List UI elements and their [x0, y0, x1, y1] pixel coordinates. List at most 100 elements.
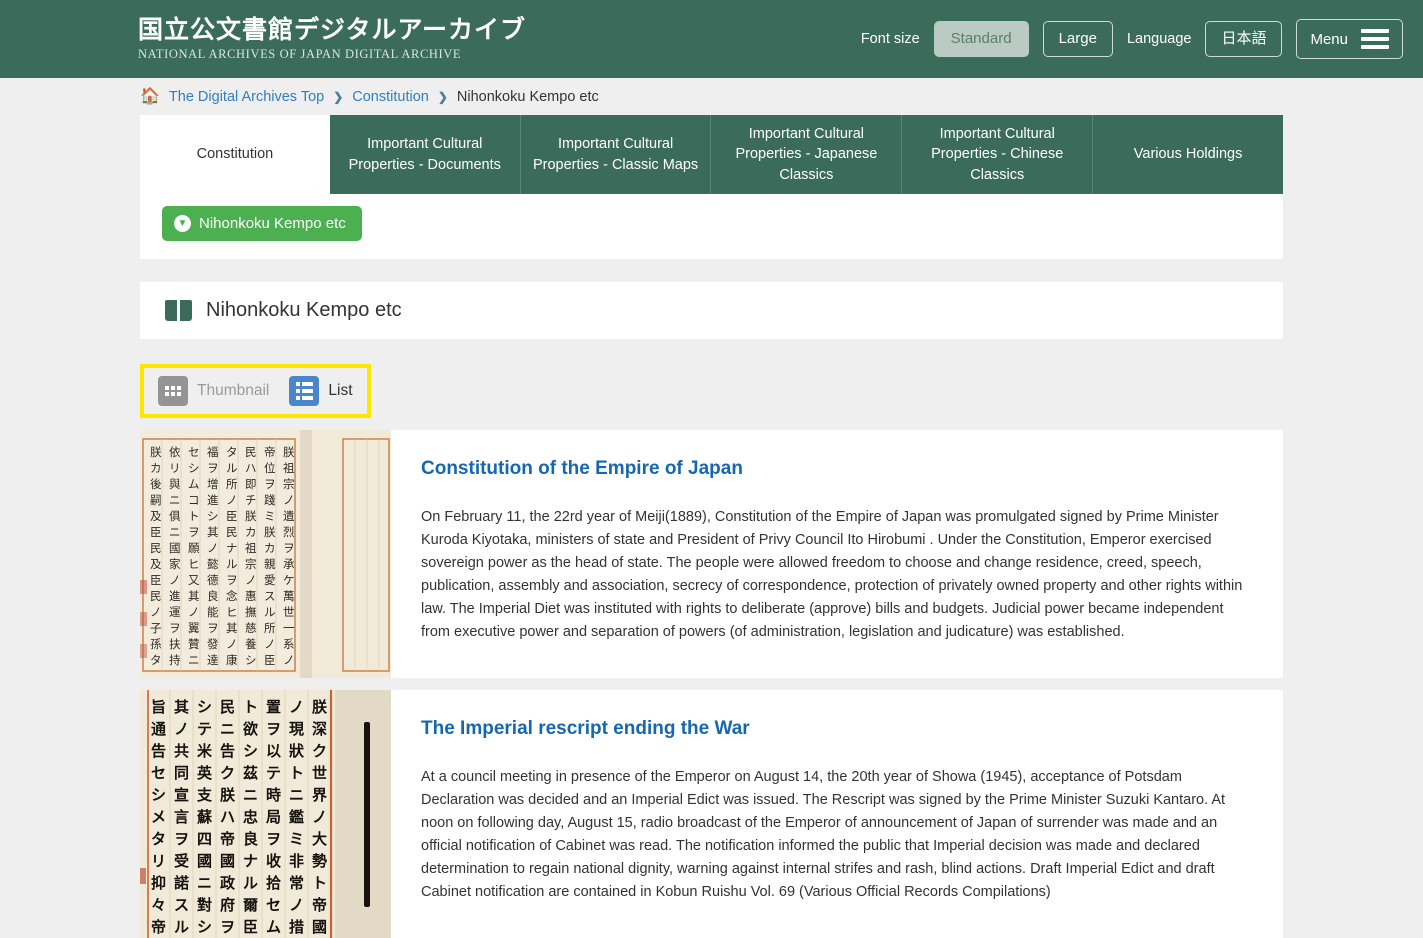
font-size-large-button[interactable]: Large — [1042, 20, 1113, 58]
tab-icp-documents[interactable]: Important Cultural Properties - Document… — [329, 115, 520, 194]
page-title: Nihonkoku Kempo etc — [206, 299, 402, 321]
svg-text:康: 康 — [226, 653, 238, 667]
svg-text:告: 告 — [151, 742, 166, 760]
subcategory-bar: ▼ Nihonkoku Kempo etc — [140, 194, 1283, 259]
svg-text:遺: 遺 — [283, 509, 295, 523]
svg-text:ナ: ナ — [243, 852, 258, 870]
item-thumbnail-imperial-rescript[interactable]: 朕深ク世 界ノ大勢 ト帝國 ノ現狀ト ニ鑑ミ非 常ノ措 置ヲ以テ 時局ヲ收 拾セ… — [140, 690, 391, 938]
language-japanese-button[interactable]: 日本語 — [1205, 20, 1283, 58]
svg-text:翼: 翼 — [188, 621, 200, 635]
svg-text:現: 現 — [289, 720, 304, 738]
svg-text:界: 界 — [312, 786, 327, 804]
svg-text:深: 深 — [312, 720, 327, 738]
svg-text:達: 達 — [207, 653, 219, 667]
item-thumbnail-constitution[interactable]: 朕祖宗ノ 遺烈ヲ承 ケ萬世一 系ノ 帝位ヲ踐 ミ朕カ親 愛スル所 ノ臣 民ハ即チ… — [140, 430, 391, 678]
svg-text:臣: 臣 — [243, 918, 258, 936]
grid-icon — [158, 376, 188, 406]
svg-text:孫: 孫 — [150, 637, 162, 651]
svg-text:セ: セ — [188, 445, 200, 459]
svg-text:ノ: ノ — [169, 573, 181, 587]
chevron-right-icon: ❯ — [333, 90, 344, 104]
item-title[interactable]: Constitution of the Empire of Japan — [421, 458, 1247, 480]
svg-text:ミ: ミ — [264, 509, 276, 523]
svg-text:セ: セ — [266, 896, 281, 914]
svg-text:扶: 扶 — [169, 637, 181, 651]
view-toggle-list[interactable]: List — [289, 376, 353, 406]
svg-text:民: 民 — [150, 589, 162, 603]
view-toggle-thumbnail-label: Thumbnail — [197, 382, 270, 399]
svg-text:ノ: ノ — [289, 896, 304, 914]
svg-text:增: 增 — [207, 477, 219, 491]
svg-text:テ: テ — [266, 764, 281, 782]
svg-text:ノ: ノ — [174, 720, 189, 738]
font-size-standard-button[interactable]: Standard — [933, 20, 1029, 58]
svg-text:烈: 烈 — [283, 525, 295, 539]
svg-text:々: 々 — [151, 896, 166, 914]
menu-button[interactable]: Menu — [1296, 19, 1403, 59]
tab-icp-classic-maps[interactable]: Important Cultural Properties - Classic … — [519, 115, 711, 194]
svg-text:ヲ: ヲ — [226, 573, 238, 587]
svg-text:置: 置 — [266, 698, 281, 716]
svg-text:ヒ: ヒ — [188, 557, 200, 571]
view-toggle-thumbnail[interactable]: Thumbnail — [158, 376, 269, 406]
item-description: At a council meeting in presence of the … — [421, 769, 1226, 900]
svg-text:ヲ: ヲ — [188, 525, 200, 539]
subcategory-pill-nihonkoku-kempo[interactable]: ▼ Nihonkoku Kempo etc — [162, 206, 362, 241]
svg-text:國: 國 — [312, 918, 327, 936]
svg-text:シ: シ — [151, 786, 166, 804]
svg-text:民: 民 — [150, 541, 162, 555]
svg-text:ノ: ノ — [283, 653, 295, 667]
svg-text:時: 時 — [266, 786, 281, 804]
breadcrumb-link-constitution[interactable]: Constitution — [352, 89, 429, 105]
svg-text:贊: 贊 — [188, 637, 200, 651]
site-logo[interactable]: 国立公文書館デジタルアーカイブ NATIONAL ARCHIVES OF JAP… — [138, 15, 526, 62]
svg-text:共: 共 — [174, 742, 189, 760]
svg-text:ニ: ニ — [169, 493, 181, 507]
svg-text:愛: 愛 — [264, 573, 276, 587]
svg-text:受: 受 — [174, 852, 189, 870]
svg-text:踐: 踐 — [264, 493, 276, 507]
svg-text:其: 其 — [207, 525, 219, 539]
svg-text:朕: 朕 — [283, 445, 295, 459]
breadcrumb-link-top[interactable]: The Digital Archives Top — [169, 89, 324, 105]
svg-text:國: 國 — [220, 852, 235, 870]
subcategory-pill-label: Nihonkoku Kempo etc — [199, 215, 346, 232]
svg-text:帝: 帝 — [220, 830, 235, 848]
chevron-right-icon: ❯ — [437, 90, 448, 104]
svg-text:臣: 臣 — [150, 525, 162, 539]
svg-text:ハ: ハ — [245, 461, 257, 475]
svg-text:以: 以 — [266, 742, 281, 760]
item-description: On February 11, the 22rd year of Meiji(1… — [421, 509, 1243, 640]
svg-text:チ: チ — [245, 493, 257, 507]
svg-text:ノ: ノ — [289, 698, 304, 716]
tab-constitution[interactable]: Constitution — [140, 115, 330, 194]
svg-text:ニ: ニ — [169, 525, 181, 539]
svg-text:子: 子 — [150, 621, 162, 635]
list-item[interactable]: 朕祖宗ノ 遺烈ヲ承 ケ萬世一 系ノ 帝位ヲ踐 ミ朕カ親 愛スル所 ノ臣 民ハ即チ… — [140, 430, 1283, 678]
tab-icp-japanese-classics[interactable]: Important Cultural Properties - Japanese… — [710, 115, 902, 194]
svg-text:福: 福 — [207, 445, 219, 459]
svg-text:持: 持 — [169, 653, 181, 667]
svg-text:ヲ: ヲ — [266, 830, 281, 848]
svg-text:拾: 拾 — [266, 874, 281, 892]
svg-text:ヲ: ヲ — [174, 830, 189, 848]
svg-text:非: 非 — [289, 852, 304, 870]
svg-text:朕: 朕 — [150, 445, 162, 459]
svg-text:懿: 懿 — [207, 557, 219, 571]
svg-text:即: 即 — [245, 477, 257, 491]
svg-text:蘇: 蘇 — [196, 808, 212, 826]
svg-text:抑: 抑 — [151, 874, 166, 892]
item-title[interactable]: The Imperial rescript ending the War — [421, 718, 1247, 740]
svg-text:シ: シ — [207, 509, 219, 523]
view-toggle-group: Thumbnail List — [140, 364, 371, 418]
svg-text:ニ: ニ — [188, 653, 200, 667]
svg-text:惠: 惠 — [245, 589, 257, 603]
svg-text:ル: ル — [243, 874, 258, 892]
svg-text:シ: シ — [197, 918, 212, 936]
svg-text:宣: 宣 — [174, 786, 189, 804]
svg-text:養: 養 — [245, 637, 257, 651]
list-item[interactable]: 朕深ク世 界ノ大勢 ト帝國 ノ現狀ト ニ鑑ミ非 常ノ措 置ヲ以テ 時局ヲ收 拾セ… — [140, 690, 1283, 938]
tab-various-holdings[interactable]: Various Holdings — [1092, 115, 1283, 194]
tab-icp-chinese-classics[interactable]: Important Cultural Properties - Chinese … — [901, 115, 1093, 194]
svg-text:朕: 朕 — [264, 525, 276, 539]
